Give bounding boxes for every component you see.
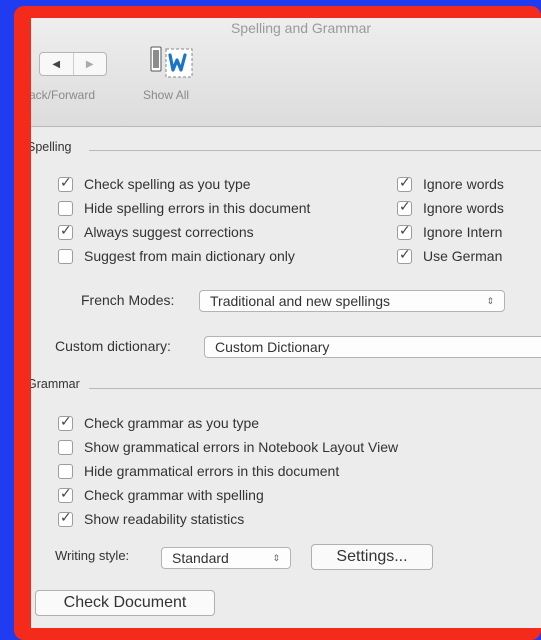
- checkbox-box: ✓: [397, 221, 412, 240]
- check-grammar-with-spelling-checkbox[interactable]: ✓ Check grammar with spelling: [58, 484, 264, 503]
- checkmark-icon: ✓: [399, 197, 411, 214]
- checkbox-box: [58, 463, 73, 479]
- checkbox-label: Use German: [423, 248, 503, 264]
- window-title: Spelling and Grammar: [230, 20, 372, 36]
- check-document-button[interactable]: Check Document: [35, 590, 215, 616]
- ignore-words-uppercase-checkbox[interactable]: ✓ Ignore words: [397, 173, 504, 192]
- show-all-icon[interactable]: [148, 46, 194, 80]
- checkbox-box: ✓: [58, 508, 73, 527]
- show-grammatical-errors-notebook-checkbox[interactable]: Show grammatical errors in Notebook Layo…: [58, 439, 398, 455]
- checkmark-icon: ✓: [399, 245, 411, 262]
- checkmark-icon: ✓: [399, 173, 411, 190]
- ignore-words-numbers-checkbox[interactable]: ✓ Ignore words: [397, 197, 504, 216]
- toolbar: Spelling and Grammar ◀ ▶ ack/Forward Sho…: [31, 18, 541, 127]
- grammar-section-header: Grammar: [31, 377, 80, 391]
- checkbox-box: ✓: [58, 412, 73, 431]
- checkbox-label: Ignore words: [423, 176, 504, 192]
- checkbox-label: Hide grammatical errors in this document: [84, 463, 340, 479]
- grammar-divider: [89, 388, 541, 389]
- writing-style-label: Writing style:: [55, 548, 130, 563]
- checkbox-box: ✓: [58, 221, 73, 240]
- checkmark-icon: ✓: [60, 221, 72, 238]
- popup-value: Standard: [172, 550, 229, 566]
- writing-style-popup[interactable]: Standard ⇕: [161, 547, 291, 569]
- custom-dictionary-label: Custom dictionary:: [55, 338, 171, 354]
- checkbox-label: Ignore Intern: [423, 224, 503, 240]
- settings-button[interactable]: Settings...: [311, 544, 433, 570]
- forward-button[interactable]: ▶: [72, 53, 107, 75]
- updown-arrows-icon: ⇕: [272, 553, 280, 563]
- checkbox-box: ✓: [58, 484, 73, 503]
- checkbox-box: [58, 200, 73, 216]
- checkbox-label: Suggest from main dictionary only: [84, 248, 295, 264]
- popup-value: Traditional and new spellings: [210, 293, 391, 309]
- preferences-window: Spelling and Grammar ◀ ▶ ack/Forward Sho…: [31, 18, 541, 628]
- check-grammar-as-you-type-checkbox[interactable]: ✓ Check grammar as you type: [58, 412, 260, 431]
- checkbox-label: Show readability statistics: [84, 511, 245, 527]
- hide-grammatical-errors-checkbox[interactable]: Hide grammatical errors in this document: [58, 463, 339, 479]
- checkbox-label: Check grammar as you type: [84, 415, 260, 431]
- back-forward-label: ack/Forward: [31, 88, 96, 102]
- checkbox-box: ✓: [58, 173, 73, 192]
- spelling-section-header: Spelling: [31, 140, 72, 154]
- checkbox-box: [58, 439, 73, 455]
- checkbox-box: [58, 248, 73, 264]
- checkbox-label: Show grammatical errors in Notebook Layo…: [84, 439, 399, 455]
- back-forward-control: ◀ ▶: [39, 52, 107, 76]
- checkbox-box: ✓: [397, 197, 412, 216]
- checkmark-icon: ✓: [60, 508, 72, 525]
- updown-arrows-icon: ⇕: [486, 296, 494, 306]
- french-modes-label: French Modes:: [81, 292, 175, 308]
- spelling-divider: [89, 150, 541, 151]
- suggest-main-dictionary-only-checkbox[interactable]: Suggest from main dictionary only: [58, 248, 295, 264]
- checkbox-label: Ignore words: [423, 200, 504, 216]
- custom-dictionary-popup[interactable]: Custom Dictionary: [204, 336, 541, 358]
- checkmark-icon: ✓: [60, 484, 72, 501]
- use-german-rules-checkbox[interactable]: ✓ Use German: [397, 245, 503, 264]
- checkbox-box: ✓: [397, 245, 412, 264]
- checkbox-label: Check grammar with spelling: [84, 487, 264, 503]
- show-readability-statistics-checkbox[interactable]: ✓ Show readability statistics: [58, 508, 245, 527]
- checkbox-label: Hide spelling errors in this document: [84, 200, 311, 216]
- checkmark-icon: ✓: [60, 173, 72, 190]
- hide-spelling-errors-checkbox[interactable]: Hide spelling errors in this document: [58, 200, 310, 216]
- always-suggest-corrections-checkbox[interactable]: ✓ Always suggest corrections: [58, 221, 254, 240]
- back-arrow-icon: ◀: [52, 58, 61, 70]
- checkmark-icon: ✓: [399, 221, 411, 238]
- french-modes-popup[interactable]: Traditional and new spellings ⇕: [199, 290, 505, 312]
- ignore-internet-addresses-checkbox[interactable]: ✓ Ignore Intern: [397, 221, 503, 240]
- check-spelling-as-you-type-checkbox[interactable]: ✓ Check spelling as you type: [58, 173, 251, 192]
- show-all-label: Show All: [143, 88, 190, 102]
- checkbox-box: ✓: [397, 173, 412, 192]
- back-button[interactable]: ◀: [40, 53, 73, 75]
- checkbox-label: Check spelling as you type: [84, 176, 251, 192]
- checkbox-label: Always suggest corrections: [84, 224, 254, 240]
- forward-arrow-icon: ▶: [85, 58, 94, 70]
- checkmark-icon: ✓: [60, 412, 72, 429]
- popup-value: Custom Dictionary: [215, 339, 330, 355]
